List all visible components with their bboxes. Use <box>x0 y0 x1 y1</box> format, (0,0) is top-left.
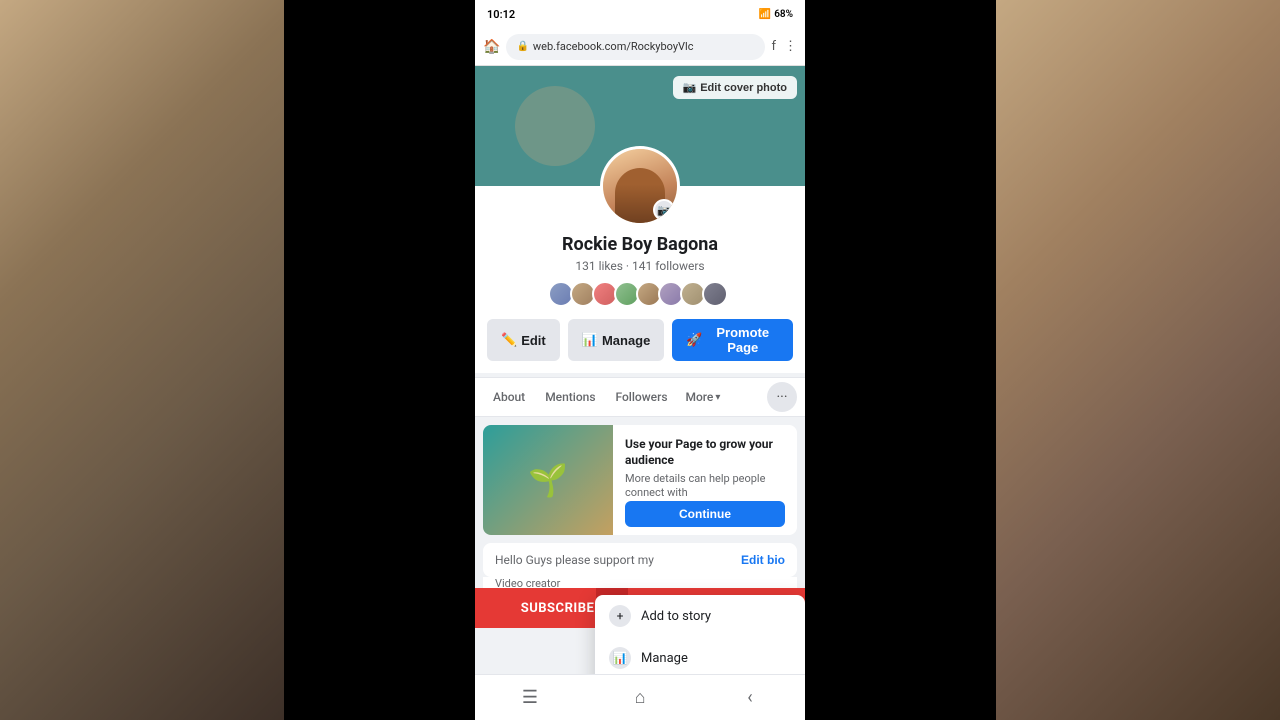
manage-dd-label: Manage <box>641 651 688 666</box>
tabs-bar: About Mentions Followers More ▾ ··· <box>475 377 805 417</box>
tab-about[interactable]: About <box>483 377 535 417</box>
status-time: 10:12 <box>487 8 515 21</box>
edit-cover-button[interactable]: 📷 Edit cover photo <box>673 76 797 99</box>
edit-bio-button[interactable]: Edit bio <box>741 553 785 567</box>
phone-frame: 10:12 📶 68% 🏠 🔒 web.facebook.com/Rockybo… <box>475 0 805 720</box>
manage-label: Manage <box>602 333 650 348</box>
bio-text: Hello Guys please support my <box>495 553 654 567</box>
add-to-story-label: Add to story <box>641 609 711 624</box>
avatar-wrap: 📷 <box>487 146 793 226</box>
bg-left <box>0 0 284 720</box>
chevron-down-icon: ▾ <box>715 392 720 403</box>
status-bar: 10:12 📶 68% <box>475 0 805 28</box>
nav-menu-button[interactable]: ☰ <box>475 687 585 708</box>
edit-button[interactable]: ✏️ Edit <box>487 319 560 361</box>
url-text: web.facebook.com/RockyboyVlc <box>533 40 694 53</box>
edit-label: Edit <box>521 333 546 348</box>
promo-title: Use your Page to grow your audience <box>625 437 785 468</box>
tab-more[interactable]: More ▾ <box>678 377 729 417</box>
followers-avatars <box>487 281 793 307</box>
browser-bar: 🏠 🔒 web.facebook.com/RockyboyVlc f ⋮ <box>475 28 805 66</box>
avatar-camera-badge[interactable]: 📷 <box>653 199 675 221</box>
dropdown-item-manage[interactable]: 📊 Manage <box>595 637 805 674</box>
edit-pencil-icon: ✏️ <box>501 332 517 348</box>
promo-image: 🌱 <box>483 425 613 535</box>
add-to-story-icon: + <box>609 605 631 627</box>
profile-name: Rockie Boy Bagona <box>487 234 793 255</box>
home-icon[interactable]: 🏠 <box>483 39 500 55</box>
tab-mentions[interactable]: Mentions <box>535 377 605 417</box>
subscribe-label: SUBSCRIBE <box>521 601 595 616</box>
profile-stats: 131 likes · 141 followers <box>487 259 793 273</box>
avatar: 📷 <box>600 146 680 226</box>
action-buttons: ✏️ Edit 📊 Manage 🚀 Promote Page <box>487 319 793 361</box>
tabs-more-button[interactable]: ··· <box>767 382 797 412</box>
nav-home-button[interactable]: ⌂ <box>585 687 695 708</box>
manage-button[interactable]: 📊 Manage <box>568 319 665 361</box>
status-icons: 📶 68% <box>759 9 793 20</box>
promote-label: Promote Page <box>707 325 779 355</box>
bottom-nav: ☰ ⌂ ‹ <box>475 674 805 720</box>
manage-dd-icon: 📊 <box>609 647 631 669</box>
signal-icon: 📶 <box>759 9 771 20</box>
promo-card: 🌱 Use your Page to grow your audience Mo… <box>483 425 797 535</box>
edit-cover-label: Edit cover photo <box>700 82 787 94</box>
continue-button[interactable]: Continue <box>625 501 785 527</box>
url-bar[interactable]: 🔒 web.facebook.com/RockyboyVlc <box>506 34 765 60</box>
promote-page-button[interactable]: 🚀 Promote Page <box>672 319 793 361</box>
profile-section: 📷 Rockie Boy Bagona 131 likes · 141 foll… <box>475 186 805 373</box>
manage-icon: 📊 <box>582 332 598 348</box>
nav-back-button[interactable]: ‹ <box>695 687 805 708</box>
camera-icon: 📷 <box>683 81 697 94</box>
promote-icon: 🚀 <box>686 332 702 348</box>
dropdown-item-add-to-story[interactable]: + Add to story <box>595 595 805 637</box>
tab-followers[interactable]: Followers <box>606 377 678 417</box>
promo-subtitle: More details can help people connect wit… <box>625 472 785 501</box>
bio-section: Hello Guys please support my Edit bio <box>483 543 797 577</box>
bg-right <box>996 0 1280 720</box>
battery-display: 68% <box>774 9 793 20</box>
time-display: 10:12 <box>487 8 515 21</box>
promo-text-area: Use your Page to grow your audience More… <box>613 425 797 535</box>
lock-icon: 🔒 <box>516 41 528 52</box>
dropdown-menu: + Add to story 📊 Manage 👁 View As + Add … <box>595 595 805 674</box>
browser-actions: f ⋮ <box>771 39 797 54</box>
main-content: 🌱 Use your Page to grow your audience Mo… <box>475 417 805 674</box>
follower-avatar-8 <box>702 281 728 307</box>
menu-icon[interactable]: ⋮ <box>784 39 797 54</box>
fb-icon[interactable]: f <box>771 39 776 54</box>
